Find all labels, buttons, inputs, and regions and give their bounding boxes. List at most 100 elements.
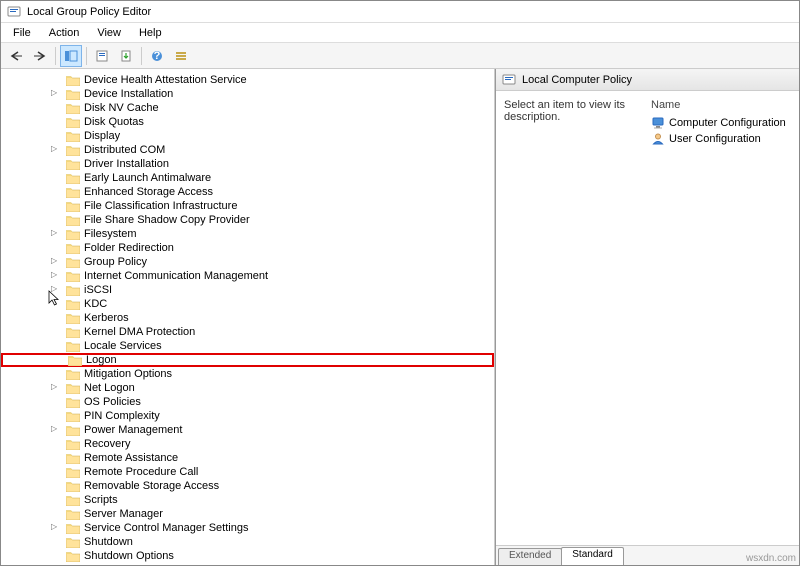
tree-item[interactable]: Group Policy — [1, 255, 494, 269]
tree-item[interactable]: iSCSI — [1, 283, 494, 297]
tree-item-label: Logon — [86, 354, 117, 366]
folder-icon — [66, 537, 80, 548]
help-button[interactable]: ? — [146, 45, 168, 67]
expand-placeholder — [53, 132, 62, 141]
folder-icon — [66, 439, 80, 450]
toolbar: ? — [1, 43, 799, 69]
folder-icon — [66, 145, 80, 156]
tree-item[interactable]: Shutdown — [1, 535, 494, 549]
tree-item[interactable]: Device Installation — [1, 87, 494, 101]
expand-icon[interactable] — [53, 426, 62, 435]
tree-item[interactable]: Kerberos — [1, 311, 494, 325]
tree-item-label: Service Control Manager Settings — [84, 522, 248, 534]
filter-button[interactable] — [170, 45, 192, 67]
folder-icon — [68, 355, 82, 366]
tree-item[interactable]: Distributed COM — [1, 143, 494, 157]
tree-item[interactable]: Kernel DMA Protection — [1, 325, 494, 339]
expand-icon[interactable] — [53, 286, 62, 295]
expand-icon[interactable] — [53, 272, 62, 281]
tree-item[interactable]: File Share Shadow Copy Provider — [1, 213, 494, 227]
forward-button[interactable] — [29, 45, 51, 67]
tree-item[interactable]: KDC — [1, 297, 494, 311]
list-item[interactable]: Computer Configuration — [651, 115, 791, 131]
tree-item-label: Display — [84, 130, 120, 142]
expand-icon[interactable] — [53, 524, 62, 533]
list-item-label: Computer Configuration — [669, 117, 786, 129]
list-item[interactable]: User Configuration — [651, 131, 791, 147]
expand-placeholder — [53, 552, 62, 561]
toolbar-separator — [141, 47, 142, 65]
tree-item[interactable]: Locale Services — [1, 339, 494, 353]
tree-item-label: Disk NV Cache — [84, 102, 159, 114]
tab-extended[interactable]: Extended — [498, 548, 562, 565]
folder-icon — [66, 551, 80, 562]
show-hide-tree-button[interactable] — [60, 45, 82, 67]
tree-item[interactable]: Logon — [1, 353, 494, 367]
tab-standard[interactable]: Standard — [561, 547, 624, 565]
tree-item-label: KDC — [84, 298, 107, 310]
tree-item[interactable]: Shutdown Options — [1, 549, 494, 563]
app-icon — [7, 5, 21, 19]
tree-item[interactable]: Filesystem — [1, 227, 494, 241]
tree-item[interactable]: Scripts — [1, 493, 494, 507]
tree-item[interactable]: Device Health Attestation Service — [1, 73, 494, 87]
expand-placeholder — [53, 398, 62, 407]
folder-icon — [66, 103, 80, 114]
tree-item[interactable]: Net Logon — [1, 381, 494, 395]
expand-placeholder — [53, 216, 62, 225]
folder-icon — [66, 89, 80, 100]
back-button[interactable] — [5, 45, 27, 67]
tree-item[interactable]: Enhanced Storage Access — [1, 185, 494, 199]
folder-icon — [66, 299, 80, 310]
tree-item[interactable]: Disk NV Cache — [1, 101, 494, 115]
folder-icon — [66, 495, 80, 506]
folder-icon — [66, 411, 80, 422]
tree-item[interactable]: Display — [1, 129, 494, 143]
export-list-button[interactable] — [115, 45, 137, 67]
expand-icon[interactable] — [53, 384, 62, 393]
expand-placeholder — [53, 104, 62, 113]
tree-item[interactable]: Folder Redirection — [1, 241, 494, 255]
menu-help[interactable]: Help — [131, 25, 170, 41]
folder-icon — [66, 271, 80, 282]
tree-item[interactable]: Server Manager — [1, 507, 494, 521]
watermark: wsxdn.com — [746, 553, 796, 564]
menu-action[interactable]: Action — [41, 25, 88, 41]
tree-item-label: Mitigation Options — [84, 368, 172, 380]
expand-placeholder — [53, 412, 62, 421]
tree-item[interactable]: OS Policies — [1, 395, 494, 409]
tree-item[interactable]: Remote Assistance — [1, 451, 494, 465]
expand-icon[interactable] — [53, 230, 62, 239]
tree-item[interactable]: Early Launch Antimalware — [1, 171, 494, 185]
folder-icon — [66, 215, 80, 226]
expand-placeholder — [53, 160, 62, 169]
tree-item[interactable]: Power Management — [1, 423, 494, 437]
tree-item-label: Recovery — [84, 438, 130, 450]
tree-item-label: Device Health Attestation Service — [84, 74, 247, 86]
name-column-header[interactable]: Name — [651, 99, 791, 111]
tree-item[interactable]: Internet Communication Management — [1, 269, 494, 283]
menu-file[interactable]: File — [5, 25, 39, 41]
expand-icon[interactable] — [53, 258, 62, 267]
tree-item[interactable]: Disk Quotas — [1, 115, 494, 129]
menu-view[interactable]: View — [89, 25, 129, 41]
folder-icon — [66, 75, 80, 86]
tree-item[interactable]: PIN Complexity — [1, 409, 494, 423]
tree-item[interactable]: Service Control Manager Settings — [1, 521, 494, 535]
tree-item[interactable]: Recovery — [1, 437, 494, 451]
tree-item[interactable]: Mitigation Options — [1, 367, 494, 381]
svg-text:?: ? — [154, 50, 161, 62]
tree-item-label: Remote Procedure Call — [84, 466, 198, 478]
expand-icon[interactable] — [53, 90, 62, 99]
tree-item[interactable]: Remote Procedure Call — [1, 465, 494, 479]
expand-icon[interactable] — [53, 146, 62, 155]
tree-item[interactable]: Removable Storage Access — [1, 479, 494, 493]
folder-icon — [66, 341, 80, 352]
tree-pane[interactable]: Device Health Attestation ServiceDevice … — [1, 69, 495, 565]
properties-button[interactable] — [91, 45, 113, 67]
folder-icon — [66, 285, 80, 296]
folder-icon — [66, 397, 80, 408]
tree-item[interactable]: File Classification Infrastructure — [1, 199, 494, 213]
tree-item[interactable]: Driver Installation — [1, 157, 494, 171]
tree-item-label: Shutdown — [84, 536, 133, 548]
